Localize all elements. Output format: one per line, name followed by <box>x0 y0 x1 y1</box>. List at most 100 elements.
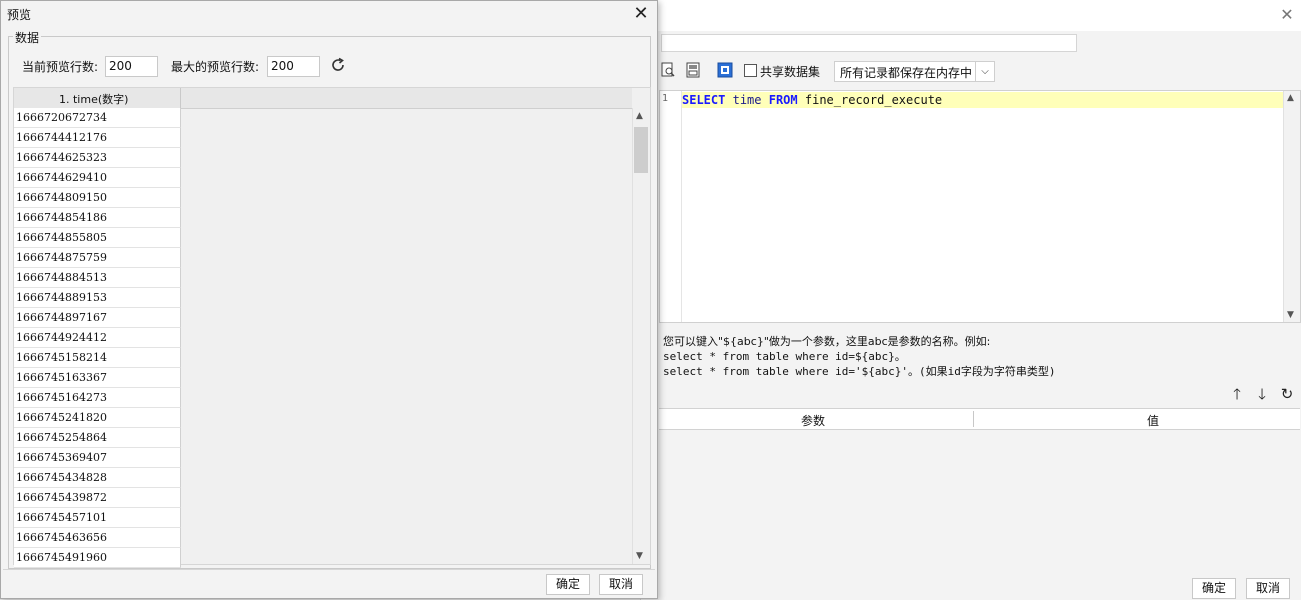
grid-rows: 1666720672734 1666744412176 1666744625323 1… <box>14 108 181 568</box>
cell-value: 1666745158214 <box>16 351 107 364</box>
save-icon[interactable] <box>685 62 701 78</box>
preview-icon[interactable] <box>660 62 676 78</box>
table-row[interactable]: 1666745254864 <box>14 428 181 448</box>
line-number: 1 <box>662 93 669 104</box>
share-dataset-label: 共享数据集 <box>760 65 821 79</box>
table-row[interactable]: 1666720672734 <box>14 108 181 128</box>
preview-data-grid[interactable]: 1. time(数字) 1666720672734 1666744412176 16… <box>13 87 651 568</box>
column-header-value: 值 <box>1147 414 1160 428</box>
cell-value: 1666744809150 <box>16 191 107 204</box>
group-label: 数据 <box>13 29 42 46</box>
cache-mode-select[interactable]: 所有记录都保存在内存中 ⌵ <box>834 61 995 82</box>
current-rows-input[interactable]: 200 <box>105 56 158 77</box>
dataset-editor-dialog: ✕ 共享数据集 所有记录都保存在内存中 ⌵ 1 SELECT time FROM… <box>640 0 1301 600</box>
scroll-up-icon[interactable]: ▲ <box>636 111 643 121</box>
column-header-param: 参数 <box>801 414 826 428</box>
cell-value: 1666745163367 <box>16 371 107 384</box>
preview-dialog: 预览 ✕ 数据 当前预览行数: 200 最大的预览行数: 200 1. time… <box>0 0 658 599</box>
ok-button[interactable]: 确定 <box>546 574 590 595</box>
hint-line-1: 您可以键入"${abc}"做为一个参数，这里abc是参数的名称。例如: <box>663 335 991 348</box>
database-connection-icon[interactable] <box>717 62 733 78</box>
dataset-name-input[interactable] <box>661 34 1077 52</box>
cell-value: 1666744924412 <box>16 331 107 344</box>
move-down-icon[interactable]: 🡓 <box>1254 386 1270 402</box>
close-icon[interactable]: ✕ <box>1280 7 1294 23</box>
sql-toolbar: 共享数据集 所有记录都保存在内存中 ⌵ <box>641 58 1301 84</box>
table-row[interactable]: 1666744412176 <box>14 128 181 148</box>
refresh-icon[interactable] <box>330 57 346 73</box>
chevron-down-icon: ⌵ <box>975 62 994 81</box>
cell-value: 1666744884513 <box>16 271 107 284</box>
table-row[interactable]: 1666744884513 <box>14 268 181 288</box>
line-number-gutter: 1 <box>660 91 682 322</box>
table-row[interactable]: 1666744855805 <box>14 228 181 248</box>
cell-value: 1666745434828 <box>16 471 107 484</box>
table-row[interactable]: 1666745369407 <box>14 448 181 468</box>
table-row[interactable]: 1666745158214 <box>14 348 181 368</box>
column-header-time[interactable]: 1. time(数字) <box>14 88 181 108</box>
table-row[interactable]: 1666745164273 <box>14 388 181 408</box>
sql-column: time <box>732 93 762 107</box>
sql-editor[interactable]: 1 SELECT time FROM fine_record_execute ▲… <box>659 90 1301 323</box>
table-row[interactable]: 1666744629410 <box>14 168 181 188</box>
table-row[interactable]: 1666745439872 <box>14 488 181 508</box>
table-row[interactable]: 1666745491960 <box>14 548 181 568</box>
grid-vertical-scrollbar[interactable]: ▲ ▼ <box>632 108 650 564</box>
table-row[interactable]: 1666744897167 <box>14 308 181 328</box>
editor-titlebar: ✕ <box>641 0 1301 31</box>
table-row[interactable]: 1666745241820 <box>14 408 181 428</box>
table-row[interactable]: 1666744889153 <box>14 288 181 308</box>
cell-value: 1666744854186 <box>16 211 107 224</box>
refresh-params-icon[interactable]: ↻ <box>1279 386 1295 402</box>
sql-keyword-from: FROM <box>768 93 798 107</box>
cell-value: 1666745369407 <box>16 451 107 464</box>
cell-value: 1666744412176 <box>16 131 107 144</box>
table-row[interactable]: 1666745463656 <box>14 528 181 548</box>
ok-button[interactable]: 确定 <box>1192 578 1236 599</box>
max-rows-label: 最大的预览行数: <box>171 60 260 74</box>
table-row[interactable]: 1666745457101 <box>14 508 181 528</box>
scroll-up-icon[interactable]: ▲ <box>1287 93 1294 103</box>
cell-value: 1666744625323 <box>16 151 107 164</box>
cell-value: 1666744855805 <box>16 231 107 244</box>
parameter-table[interactable]: 参数 值 <box>659 408 1300 574</box>
cache-mode-value: 所有记录都保存在内存中 <box>840 66 973 80</box>
sql-keyword-select: SELECT <box>682 93 726 107</box>
cell-value: 1666745254864 <box>16 431 107 444</box>
cell-value: 1666744629410 <box>16 171 107 184</box>
grid-header: 1. time(数字) <box>14 88 632 109</box>
table-row[interactable]: 1666744854186 <box>14 208 181 228</box>
cell-value: 1666720672734 <box>16 111 107 124</box>
table-row[interactable]: 1666744875759 <box>14 248 181 268</box>
current-rows-value: 200 <box>109 59 132 73</box>
hint-line-2: select * from table where id=${abc}。 <box>663 350 906 363</box>
scroll-down-icon[interactable]: ▼ <box>636 551 643 561</box>
move-up-icon[interactable]: 🡑 <box>1229 386 1245 402</box>
share-dataset-checkbox[interactable] <box>744 64 757 77</box>
cell-value: 1666745463656 <box>16 531 107 544</box>
header-divider <box>973 411 974 427</box>
column-header-label: 1. time(数字) <box>59 93 129 106</box>
scroll-down-icon[interactable]: ▼ <box>1287 310 1294 320</box>
table-row[interactable]: 1666744625323 <box>14 148 181 168</box>
table-row[interactable]: 1666744809150 <box>14 188 181 208</box>
cell-value: 1666745491960 <box>16 551 107 564</box>
sql-statement: SELECT time FROM fine_record_execute <box>682 93 942 107</box>
current-rows-label: 当前预览行数: <box>22 60 99 74</box>
table-row[interactable]: 1666745163367 <box>14 368 181 388</box>
cancel-button[interactable]: 取消 <box>1246 578 1290 599</box>
scroll-thumb[interactable] <box>634 127 648 173</box>
sql-vertical-scrollbar[interactable]: ▲ ▼ <box>1283 91 1300 322</box>
current-line: SELECT time FROM fine_record_execute <box>682 92 1283 108</box>
cell-value: 1666745457101 <box>16 511 107 524</box>
table-row[interactable]: 1666744924412 <box>14 328 181 348</box>
dialog-title: 预览 <box>7 8 32 22</box>
max-rows-input[interactable]: 200 <box>267 56 320 77</box>
cell-value: 1666744897167 <box>16 311 107 324</box>
parameter-table-header: 参数 值 <box>659 409 1300 430</box>
hint-line-3: select * from table where id='${abc}'。(如… <box>663 365 1056 378</box>
close-icon[interactable]: ✕ <box>632 5 650 23</box>
cell-value: 1666745241820 <box>16 411 107 424</box>
table-row[interactable]: 1666745434828 <box>14 468 181 488</box>
cancel-button[interactable]: 取消 <box>599 574 643 595</box>
